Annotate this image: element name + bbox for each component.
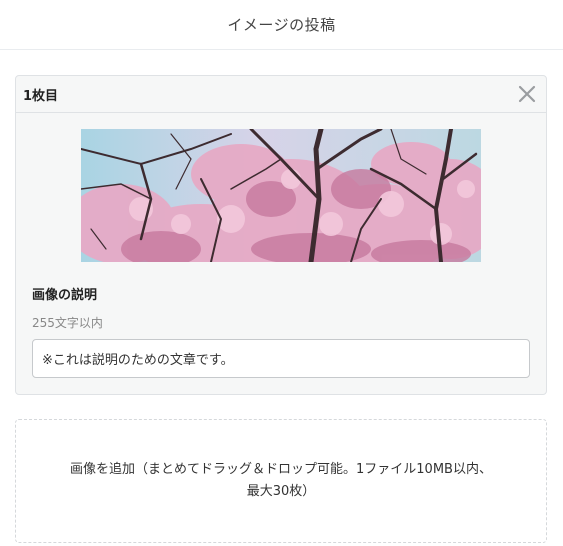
close-icon [518, 85, 536, 103]
dropzone-text: 画像を追加（まとめてドラッグ＆ドロップ可能。1ファイル10MB以内、 最大30枚… [56, 459, 506, 503]
cherry-blossom-photo [81, 129, 481, 262]
dropzone-text-line2: 最大30枚） [246, 484, 316, 499]
description-input[interactable] [32, 339, 530, 378]
page-header: イメージの投稿 [0, 0, 563, 50]
dropzone-text-line1: 画像を追加（まとめてドラッグ＆ドロップ可能。1ファイル10MB以内、 [70, 462, 492, 477]
image-preview [81, 129, 481, 262]
image-card-title: 1枚目 [23, 88, 59, 104]
add-image-dropzone[interactable]: 画像を追加（まとめてドラッグ＆ドロップ可能。1ファイル10MB以内、 最大30枚… [15, 419, 547, 543]
page-title: イメージの投稿 [227, 16, 336, 34]
image-card-header: 1枚目 [16, 76, 546, 113]
remove-image-button[interactable] [516, 83, 538, 105]
description-hint: 255文字以内 [32, 316, 103, 330]
image-card: 1枚目 画像の説明 255文字以内 ※これは説明のための文章です。 [15, 75, 547, 395]
description-label: 画像の説明 [32, 288, 98, 303]
